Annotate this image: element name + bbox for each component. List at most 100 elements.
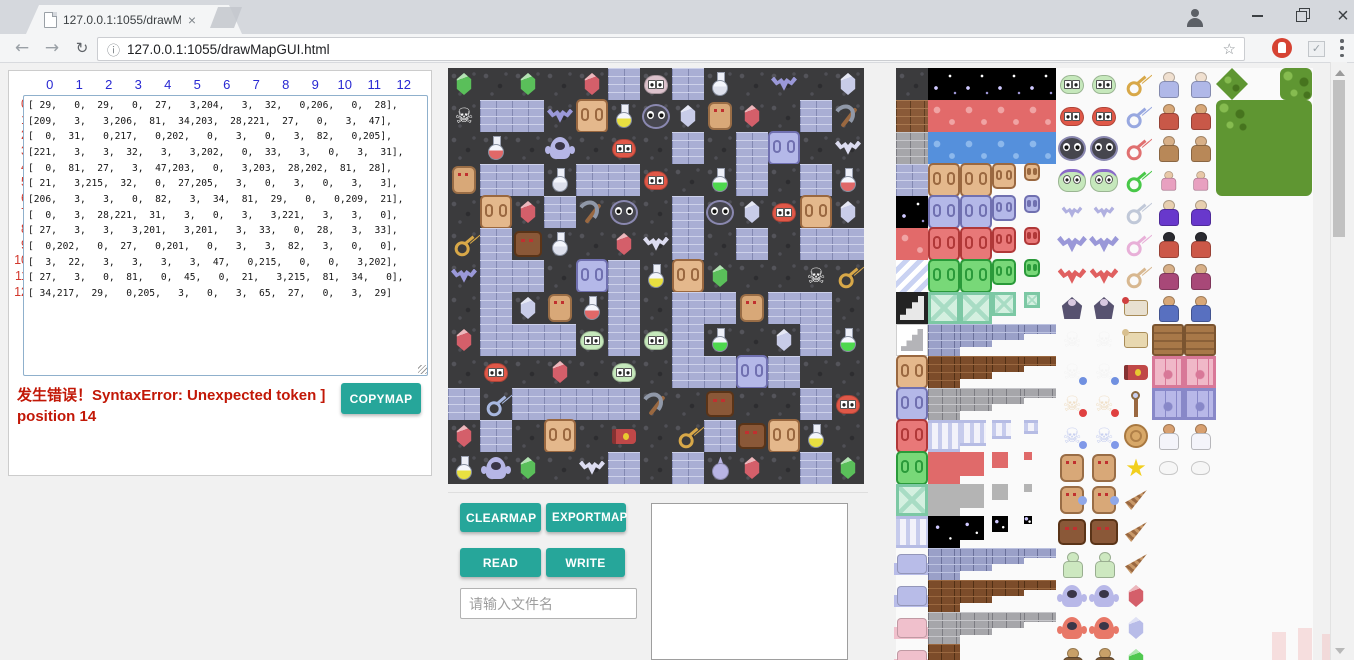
tileset-cell-bat[interactable] [1088, 196, 1120, 228]
tileset-cell-rcloud[interactable] [1024, 100, 1056, 132]
tileset-cell-fig[interactable] [1152, 228, 1184, 260]
tileset-cell-altar[interactable] [1184, 356, 1216, 388]
tileset-cell-sqstar[interactable] [1024, 516, 1032, 524]
tileset-cell-stars[interactable] [960, 68, 992, 100]
tileset-cell-fig[interactable] [1152, 260, 1184, 292]
tileset-cell-bat[interactable] [1088, 228, 1120, 260]
tileset-cell-book[interactable] [1120, 356, 1152, 388]
tileset-cell-sq[interactable] [928, 452, 960, 484]
tileset-cell-fig[interactable] [1184, 228, 1216, 260]
tileset-cell-sq[interactable] [1024, 452, 1032, 460]
tileset-cell-skel[interactable] [1056, 324, 1088, 356]
tileset-cell-door[interactable] [928, 196, 960, 228]
tileset-cell-brwall[interactable] [960, 580, 992, 603]
copymap-button[interactable]: COPYMAP [341, 383, 421, 414]
tileset-cell-altar[interactable] [1152, 356, 1184, 388]
tileset-cell-rcloud[interactable] [928, 100, 960, 132]
tileset-cell-fig[interactable] [1184, 260, 1216, 292]
tileset-cell-ghost[interactable] [1088, 580, 1120, 612]
tileset-cell-pillar[interactable] [960, 420, 986, 446]
tileset-cell-bwall[interactable] [992, 548, 1024, 564]
tileset-cell-door[interactable] [992, 260, 1016, 284]
tileset-cell-wingt[interactable] [896, 612, 928, 644]
tileset-cell-sign[interactable] [1152, 324, 1184, 356]
tileset-cell-blob[interactable] [1056, 100, 1088, 132]
tileset-cell-door[interactable] [960, 260, 992, 292]
tileset-cell-door[interactable] [896, 356, 928, 388]
tab-close-icon[interactable] [185, 13, 199, 27]
tileset-cell-tree[interactable] [1216, 100, 1312, 196]
tileset-cell-key[interactable] [1120, 260, 1152, 292]
tileset-cell-door[interactable] [1024, 228, 1040, 244]
tileset-cell-door[interactable] [1024, 164, 1040, 180]
tileset-cell-pillar[interactable] [928, 420, 960, 452]
forward-icon[interactable] [40, 36, 64, 60]
tileset-cell-fig[interactable] [1184, 132, 1216, 164]
tileset-cell-gwall[interactable] [960, 388, 992, 411]
tileset-cell-bwall[interactable] [992, 324, 1024, 340]
tileset-cell-pillar[interactable] [1024, 420, 1038, 434]
tileset-cell-blob[interactable] [1088, 68, 1120, 100]
tileset-cell-brwall[interactable] [928, 644, 960, 660]
tileset-cell-blobdark[interactable] [1088, 132, 1120, 164]
tileset-cell-bwall[interactable] [928, 548, 960, 580]
tileset-cell-brwall[interactable] [992, 356, 1024, 372]
tileset-cell-brwall[interactable] [928, 580, 960, 612]
tileset-cell-wingt[interactable] [896, 548, 928, 580]
tileset-cell-gem[interactable] [1120, 612, 1152, 644]
extension-check-icon[interactable] [1308, 41, 1325, 57]
tileset-cell-sq[interactable] [1024, 484, 1032, 492]
tileset-cell-fig[interactable] [1152, 100, 1184, 132]
tileset-cell-skel[interactable] [1056, 356, 1088, 388]
tileset-cell-door[interactable] [960, 228, 992, 260]
tileset-cell-gwall[interactable] [1024, 388, 1056, 398]
tileset-cell-blob[interactable] [1088, 100, 1120, 132]
tileset-cell-rcloud[interactable] [992, 100, 1024, 132]
tileset-cell-sq[interactable] [992, 452, 1008, 468]
tileset-cell-gwall[interactable] [896, 132, 928, 164]
tileset-cell-sq[interactable] [960, 484, 984, 508]
tileset-cell-skel[interactable] [1088, 356, 1120, 388]
tileset-cell-gwall[interactable] [928, 388, 960, 420]
tileset-cell-blobc[interactable] [1056, 164, 1088, 196]
tileset-cell-fig[interactable] [1152, 68, 1184, 100]
tileset-cell-skel[interactable] [1088, 420, 1120, 452]
tileset-cell-face[interactable] [1056, 516, 1088, 548]
tileset-cell-brwall[interactable] [928, 356, 960, 388]
tileset-cell-skel[interactable] [1088, 324, 1120, 356]
tileset-cell-brwall[interactable] [960, 356, 992, 379]
tileset-cell-fig[interactable] [1184, 68, 1216, 100]
tileset-cell-door[interactable] [992, 228, 1016, 252]
tileset-cell-bbrick[interactable] [896, 100, 928, 132]
tileset-cell-staff[interactable] [1120, 388, 1152, 420]
tileset-cell-sign[interactable] [1184, 324, 1216, 356]
tileset-cell-pillar[interactable] [992, 420, 1011, 439]
tileset-cell-door[interactable] [960, 196, 992, 228]
tileset-cell-bat[interactable] [1088, 260, 1120, 292]
tileset-cell-bwater[interactable] [960, 132, 992, 164]
tileset-cell-stars[interactable] [1024, 68, 1056, 100]
tileset-cell-vamp[interactable] [1056, 292, 1088, 324]
tileset-cell-wingt[interactable] [896, 580, 928, 612]
tileset-cell-fig[interactable] [1152, 292, 1184, 324]
tileset-cell-fig[interactable] [1184, 100, 1216, 132]
tileset-cell-ghost[interactable] [1088, 612, 1120, 644]
tileset-cell-key[interactable] [1120, 228, 1152, 260]
tileset-cell-bwater[interactable] [928, 132, 960, 164]
tileset-cell-star[interactable] [1120, 452, 1152, 484]
tileset-cell-door[interactable] [928, 164, 960, 196]
tileset-cell-stairsl[interactable] [896, 324, 928, 356]
reload-icon[interactable] [70, 36, 94, 60]
tileset-cell-door[interactable] [992, 196, 1016, 220]
clearmap-button[interactable]: CLEARMAP [460, 503, 541, 532]
tileset-cell-golem[interactable] [1056, 452, 1088, 484]
tileset-cell-blobw[interactable] [1184, 452, 1216, 484]
tileset-cell-face[interactable] [1088, 516, 1120, 548]
tileset-cell-door[interactable] [896, 388, 928, 420]
tileset-cell-stars[interactable] [992, 68, 1024, 100]
tileset-cell-door[interactable] [992, 164, 1016, 188]
tileset-cell-tree[interactable] [1280, 68, 1312, 100]
tileset-cell-fig[interactable] [1088, 548, 1120, 580]
tileset-cell-sqstar[interactable] [960, 516, 984, 540]
tileset-cell-gwall[interactable] [1024, 612, 1056, 622]
